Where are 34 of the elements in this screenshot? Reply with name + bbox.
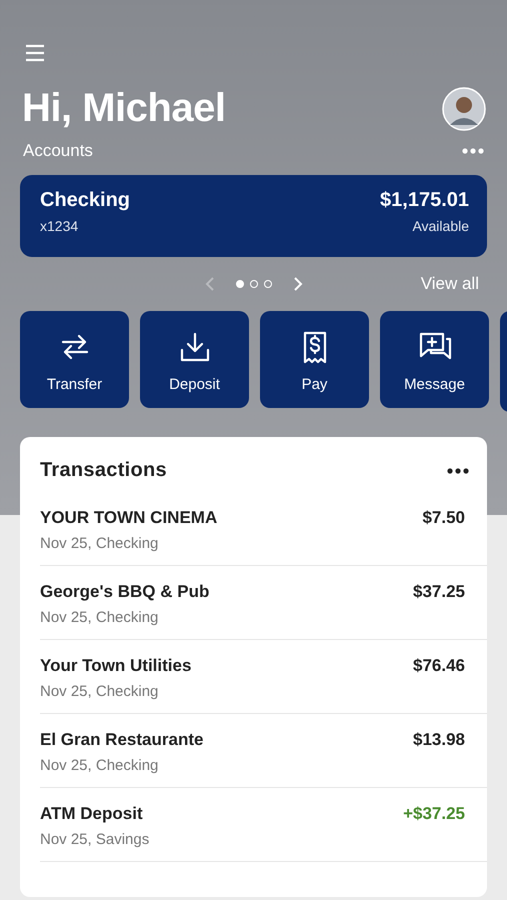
transaction-name[interactable]: YOUR TOWN CINEMA [40,508,218,528]
transaction-name[interactable]: Your Town Utilities [40,656,192,676]
transaction-name[interactable]: ATM Deposit [40,804,150,824]
menu-icon[interactable] [25,44,45,62]
transaction-name[interactable]: El Gran Restaurante [40,730,204,750]
page-dot[interactable] [264,280,272,288]
greeting: Hi, Michael [22,86,226,131]
transaction-amount: +$37.25 [403,804,465,825]
account-card[interactable]: Checking x1234 $1,175.01 Available [20,175,487,257]
transaction-amount: $37.25 [413,582,465,603]
action-button[interactable]: Message [380,311,489,408]
next-icon[interactable] [292,276,304,292]
section-title: Accounts [23,141,93,161]
avatar-icon[interactable] [442,86,486,130]
account-number: x1234 [40,218,80,234]
transaction-amount: $76.46 [413,656,465,677]
transaction-detail: Nov 25, Checking [40,757,160,774]
action-button[interactable]: Pay [260,311,369,408]
transaction-detail: Nov 25, Checking [40,535,160,552]
page-dot[interactable] [250,280,258,288]
transaction-detail: Nov 25, Checking [40,609,160,626]
balance-label: Available [412,218,469,234]
transaction-amount: $7.50 [422,508,465,529]
transaction-detail: Nov 25, Checking [40,683,160,700]
action-button[interactable]: Deposit [140,311,249,408]
transaction-detail: Nov 25, Savings [40,831,150,848]
transaction-amount: $13.98 [413,730,465,751]
action-button[interactable]: Transfer [20,311,129,408]
page-dot[interactable] [236,280,244,288]
account-balance: $1,175.01 [380,189,469,212]
account-name: Checking [40,189,130,212]
more-icon[interactable] [447,468,469,474]
card-title: Transactions [40,459,167,482]
transaction-name[interactable]: George's BBQ & Pub [40,582,210,602]
